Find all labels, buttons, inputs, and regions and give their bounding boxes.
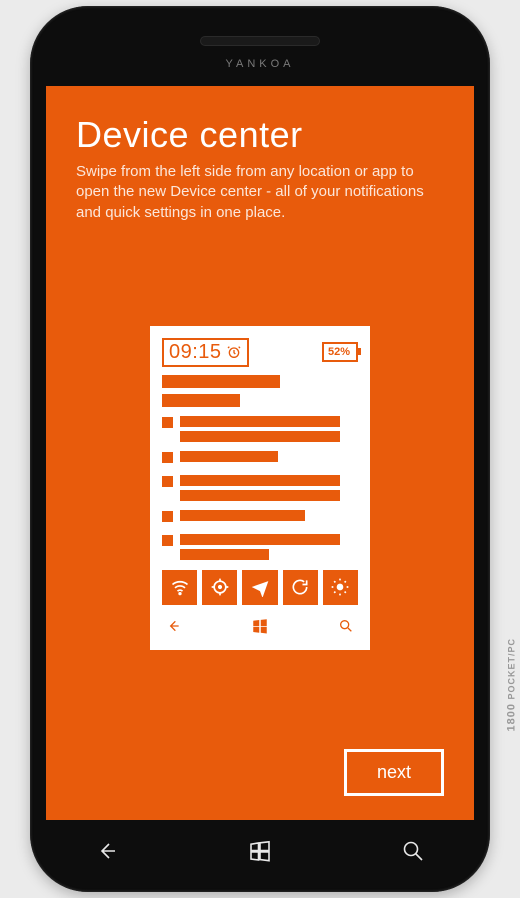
brightness-icon bbox=[323, 570, 358, 605]
mock-item-icon bbox=[162, 511, 173, 522]
mock-item-icon bbox=[162, 417, 173, 428]
location-icon bbox=[202, 570, 237, 605]
next-button[interactable]: next bbox=[344, 749, 444, 796]
mock-list-item bbox=[162, 416, 358, 442]
mock-item-icon bbox=[162, 476, 173, 487]
search-icon bbox=[338, 618, 354, 639]
mock-list-item bbox=[162, 510, 358, 525]
mock-item-icon bbox=[162, 535, 173, 546]
rotation-icon bbox=[283, 570, 318, 605]
alarm-icon bbox=[226, 344, 242, 360]
illustration-container: 09:15 52% bbox=[76, 233, 444, 743]
device-center-illustration: 09:15 52% bbox=[150, 326, 370, 650]
mock-heading-bar bbox=[162, 375, 280, 388]
hw-home-button[interactable] bbox=[247, 838, 273, 864]
mock-quick-settings bbox=[162, 570, 358, 605]
watermark: 1800 POCKET/PC bbox=[506, 638, 518, 732]
mock-list-item bbox=[162, 534, 358, 560]
mock-heading-bar bbox=[162, 394, 240, 407]
speaker-grille bbox=[200, 36, 320, 46]
back-icon bbox=[166, 618, 182, 639]
wifi-icon bbox=[162, 570, 197, 605]
page-subtitle: Swipe from the left side from any locati… bbox=[76, 162, 436, 223]
battery-label: 52% bbox=[328, 346, 350, 358]
mock-notification-list bbox=[162, 375, 358, 560]
mock-clock: 09:15 bbox=[169, 341, 222, 364]
page-title: Device center bbox=[76, 114, 444, 156]
battery-indicator: 52% bbox=[322, 342, 358, 362]
hw-back-button[interactable] bbox=[94, 838, 120, 864]
device-brand: YANKOA bbox=[30, 58, 490, 70]
mock-item-icon bbox=[162, 452, 173, 463]
hw-search-button[interactable] bbox=[400, 838, 426, 864]
hardware-buttons bbox=[30, 838, 490, 864]
mock-nav-bar bbox=[162, 617, 358, 640]
windows-icon bbox=[251, 617, 269, 640]
airplane-icon bbox=[242, 570, 277, 605]
mock-list-item bbox=[162, 475, 358, 501]
device-frame: YANKOA Device center Swipe from the left… bbox=[30, 6, 490, 892]
mock-list-item bbox=[162, 451, 358, 466]
onboarding-screen: Device center Swipe from the left side f… bbox=[46, 86, 474, 820]
mock-status-bar: 09:15 52% bbox=[162, 338, 358, 367]
